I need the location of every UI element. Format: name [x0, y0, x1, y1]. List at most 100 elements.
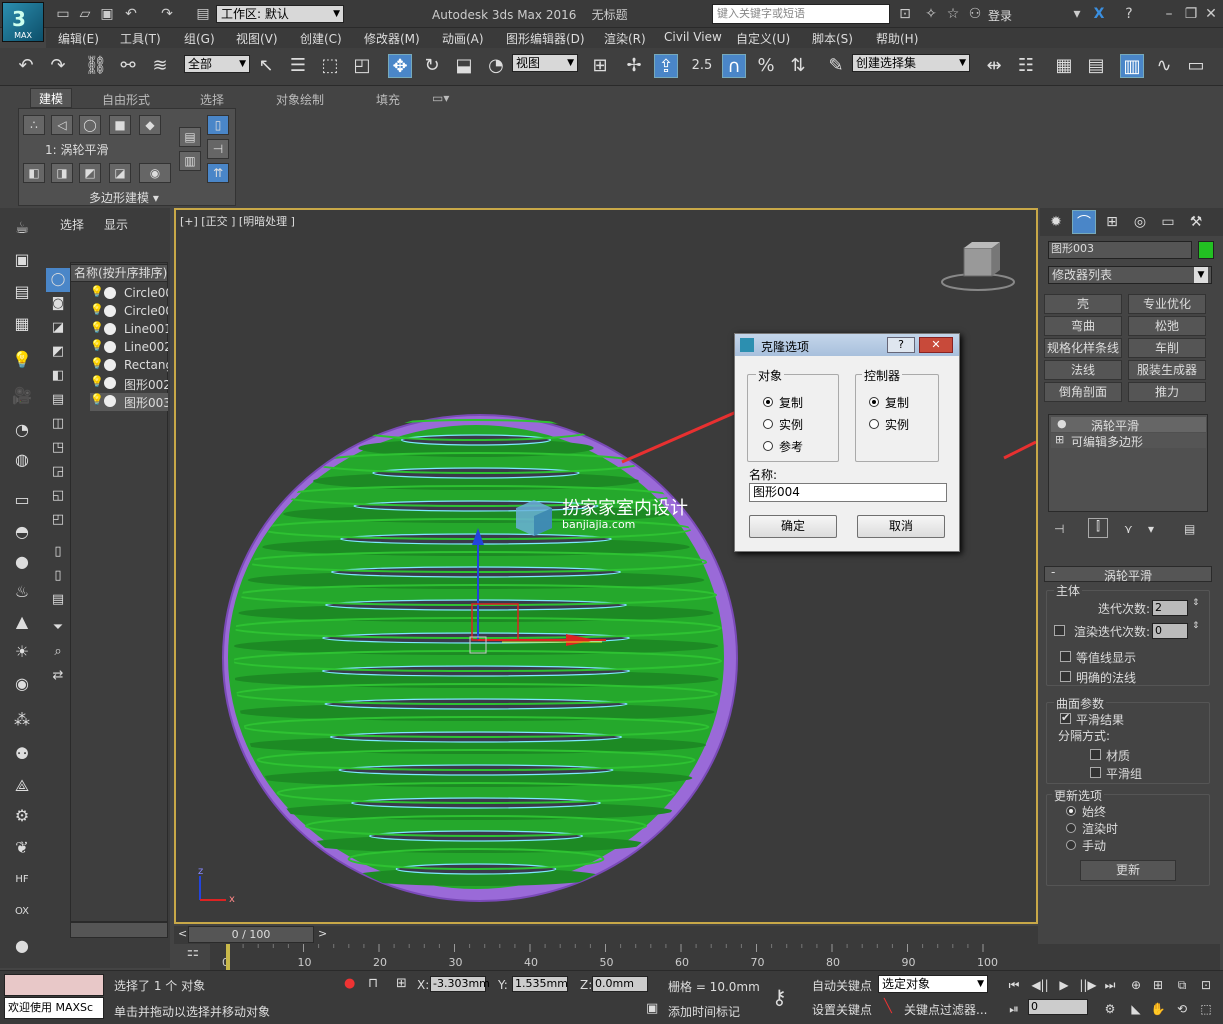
menu-item[interactable]: Civil View — [664, 30, 722, 44]
edit-named-selection-icon[interactable]: ✎ — [824, 54, 848, 78]
scene-list-item[interactable]: 💡 Circle001 — [90, 285, 168, 303]
project-folder-icon[interactable]: ▤ — [194, 5, 212, 23]
key-mode-toggle-icon[interactable]: ⏯ — [1002, 997, 1026, 1021]
sphere-icon[interactable]: ● — [10, 550, 34, 574]
prev-key-icon[interactable]: ◀|| — [1028, 973, 1052, 997]
workspace-dropdown[interactable]: 工作区: 默认 ▼ — [216, 5, 344, 23]
half-sphere-icon[interactable]: ◓ — [10, 520, 34, 544]
iterations-field[interactable]: 2 — [1152, 600, 1188, 616]
stack-item-turbosmooth[interactable]: ● 涡轮平滑 — [1051, 417, 1206, 433]
menu-item[interactable]: 动画(A) — [442, 30, 484, 47]
teapot-red-icon[interactable]: ◍ — [10, 448, 34, 472]
key-filters-button[interactable]: 关键点过滤器... — [904, 1001, 987, 1018]
sync-icon[interactable]: ⇄ — [46, 664, 70, 688]
controller-radio[interactable] — [869, 397, 879, 407]
scene-list-header[interactable]: 名称(按升序排序) — [70, 264, 168, 282]
hierarchy-tab-icon[interactable]: ⊞ — [1100, 210, 1124, 234]
pin-stack-icon[interactable]: ⊣ — [1054, 522, 1064, 536]
light-bulb-icon[interactable]: 💡 — [90, 303, 104, 316]
expand-icon[interactable]: ⊞ — [1055, 433, 1064, 446]
clone-name-field[interactable]: 图形004 — [749, 483, 947, 502]
collapse-stack-icon[interactable]: ◉ — [139, 163, 171, 183]
dialog-close-button[interactable]: ✕ — [919, 337, 953, 353]
new-file-icon[interactable]: ▭ — [54, 5, 72, 23]
light-bulb-icon[interactable]: 💡 — [90, 285, 104, 298]
preview-icon[interactable]: ◩ — [79, 163, 101, 183]
snap-toggle-icon[interactable]: 2.5 — [690, 54, 714, 78]
menu-item[interactable]: 创建(C) — [300, 30, 342, 47]
star-icon[interactable]: ☆ — [944, 5, 962, 23]
zoom-extents-all-icon[interactable]: ⊡ — [1194, 973, 1218, 997]
freeze-icon[interactable] — [104, 359, 116, 371]
menu-item[interactable]: 帮助(H) — [876, 30, 918, 47]
light-bulb-icon[interactable]: 💡 — [90, 357, 104, 370]
filter-all-icon[interactable]: ◯ — [46, 268, 70, 292]
align-icon[interactable]: ☷ — [1014, 54, 1038, 78]
cone-icon[interactable]: ▲ — [10, 610, 34, 634]
cancel-button[interactable]: 取消 — [857, 515, 945, 538]
link-icon[interactable]: ⛓ — [84, 54, 108, 78]
iterations-spinner[interactable]: ⇕ — [1192, 598, 1200, 608]
mini-curve-editor-icon[interactable]: ⚏ — [178, 944, 208, 968]
x-coordinate-field[interactable]: -3.303mm — [430, 976, 490, 992]
controller-radio[interactable] — [869, 419, 879, 429]
pivot-center-icon[interactable]: ⊞ — [588, 54, 612, 78]
orbit-icon[interactable]: ⟲ — [1170, 997, 1194, 1021]
collapse-icon[interactable]: - — [1051, 565, 1055, 579]
restore-icon[interactable]: ❐ — [1182, 5, 1200, 23]
object-radio[interactable] — [763, 397, 773, 407]
angle-snap-icon[interactable]: ∩ — [722, 54, 746, 78]
manipulate-icon[interactable]: ✢ — [622, 54, 646, 78]
teapot-icon[interactable]: ☕ — [10, 216, 34, 240]
scale-icon[interactable]: ⬓ — [452, 54, 476, 78]
select-object-icon[interactable]: ↖ — [254, 54, 278, 78]
freeze-icon[interactable] — [104, 395, 116, 407]
ignore-backfacing-icon[interactable]: ▯ — [207, 115, 229, 135]
search-input[interactable]: 键入关键字或短语 — [712, 4, 890, 24]
border-icon[interactable]: ◯ — [79, 115, 101, 135]
freeze-icon[interactable] — [104, 305, 116, 317]
login-link[interactable]: 登录 — [988, 7, 1012, 24]
ox-icon[interactable]: OX — [10, 900, 34, 924]
add-time-tag[interactable]: 添加时间标记 — [668, 1003, 740, 1020]
modifier-button[interactable]: 法线 — [1044, 360, 1122, 380]
select-by-name-icon[interactable]: ☰ — [286, 54, 310, 78]
redo-icon[interactable]: ↷ — [46, 54, 70, 78]
menu-item[interactable]: 渲染(R) — [604, 30, 646, 47]
filter-shapes-icon[interactable]: ◪ — [46, 316, 70, 340]
pin-stack-icon[interactable]: ⊣ — [207, 139, 229, 159]
transform-mode-icon[interactable]: ⊞ — [396, 976, 407, 991]
time-slider-thumb[interactable]: 0 / 100 — [188, 926, 314, 943]
rect-selection-icon[interactable]: ⬚ — [318, 54, 342, 78]
constrain-icon[interactable]: ⇈ — [207, 163, 229, 183]
dialog-help-button[interactable]: ? — [887, 337, 915, 353]
filter-spacewarps-icon[interactable]: ◫ — [46, 412, 70, 436]
key-icon[interactable]: ⚷ — [772, 985, 787, 1009]
modifier-button[interactable]: 服装生成器 — [1128, 360, 1206, 380]
panel-footer[interactable]: 多边形建模 ▾ — [89, 189, 159, 206]
scene-list-item[interactable]: 💡 图形002 — [90, 375, 168, 393]
filter-helpers-icon[interactable]: ▤ — [46, 388, 70, 412]
binoculars-icon[interactable]: ⊡ — [896, 5, 914, 23]
blank-page-icon[interactable]: ▯ — [46, 564, 70, 588]
menu-item[interactable]: 脚本(S) — [812, 30, 853, 47]
prev-frame-icon[interactable]: < — [178, 927, 187, 940]
ribbon-options-icon[interactable]: ▭▾ — [432, 91, 449, 105]
list-page-icon[interactable]: ▤ — [46, 588, 70, 612]
scene-tab-display[interactable]: 显示 — [104, 216, 128, 233]
tab-populate[interactable]: 填充 — [376, 91, 400, 108]
modifier-button[interactable]: 车削 — [1128, 338, 1206, 358]
exchange-icon[interactable]: X — [1090, 5, 1108, 23]
materials-checkbox[interactable] — [1090, 749, 1101, 760]
schematic-view-icon[interactable]: ▭ — [1184, 54, 1208, 78]
selection-filter-dropdown[interactable]: 全部 ▼ — [184, 55, 250, 73]
percent-snap-icon[interactable]: % — [754, 54, 778, 78]
open-file-icon[interactable]: ▱ — [76, 5, 94, 23]
scene-list-item[interactable]: 💡 Circle002 — [90, 303, 168, 321]
user-icon[interactable]: ⚇ — [966, 5, 984, 23]
find-icon[interactable]: ⌕ — [46, 640, 70, 664]
tab-object-paint[interactable]: 对象绘制 — [276, 91, 324, 108]
mirror-icon[interactable]: ⇹ — [982, 54, 1006, 78]
rotate-icon[interactable]: ↻ — [420, 54, 444, 78]
render-iters-spinner[interactable]: ⇕ — [1192, 621, 1200, 631]
